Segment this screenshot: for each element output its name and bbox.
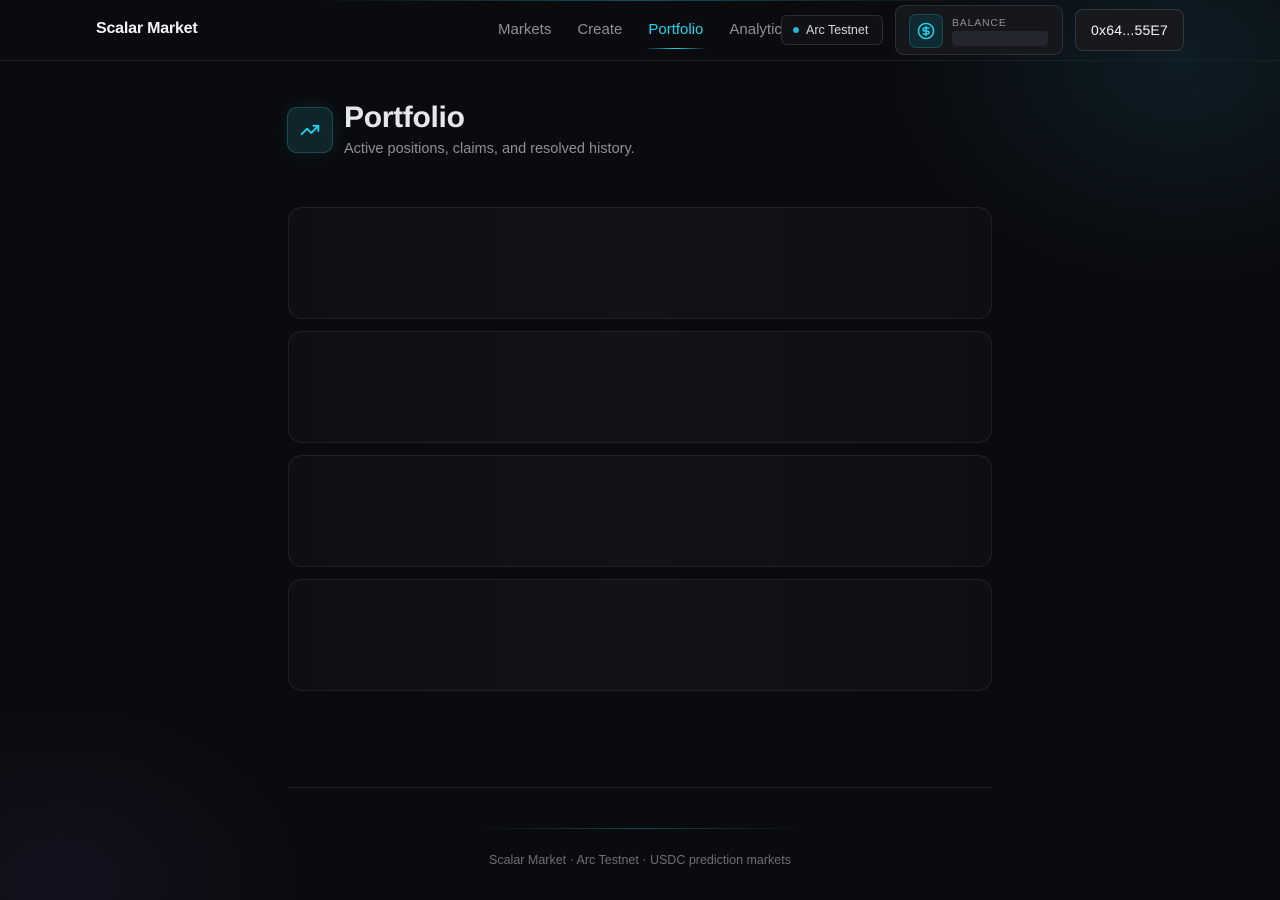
page-title: Portfolio [344, 101, 465, 134]
position-card-skeleton [288, 331, 992, 443]
top-navigation-bar: Scalar Market Markets Create Portfolio A… [0, 0, 1280, 61]
footer-text: Scalar Market · Arc Testnet · USDC predi… [489, 853, 791, 867]
balance-widget[interactable]: BALANCE [895, 5, 1063, 55]
position-card-skeleton [288, 455, 992, 567]
network-label: Arc Testnet [806, 23, 869, 37]
nav-create[interactable]: Create [577, 21, 622, 38]
position-card-skeleton [288, 579, 992, 691]
wallet-address-button[interactable]: 0x64...55E7 [1075, 9, 1184, 51]
balance-value-skeleton [952, 31, 1048, 46]
main-nav: Markets Create Portfolio Analytics [498, 21, 815, 49]
page-subtitle: Active positions, claims, and resolved h… [344, 141, 635, 157]
balance-label: BALANCE [952, 17, 1007, 29]
brand-logo[interactable]: Scalar Market [96, 20, 198, 38]
position-card-skeleton [288, 207, 992, 319]
network-badge[interactable]: Arc Testnet [781, 15, 883, 45]
nav-portfolio[interactable]: Portfolio [644, 21, 708, 49]
trending-up-icon [287, 107, 333, 153]
network-status-dot [793, 27, 799, 33]
dollar-coin-icon [909, 14, 943, 48]
footer-accent-line [470, 828, 810, 829]
nav-markets[interactable]: Markets [498, 21, 551, 38]
footer-divider [288, 787, 992, 788]
